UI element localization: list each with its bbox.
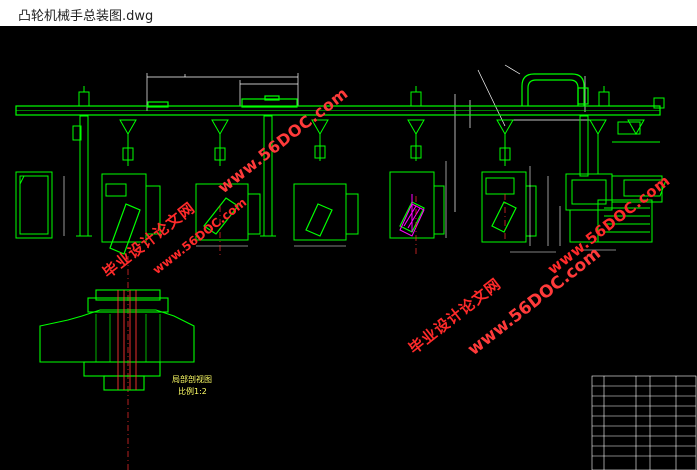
title-bar: 凸轮机械手总装图.dwg <box>0 0 697 26</box>
detail-scale: 比例1:2 <box>178 387 207 396</box>
gripper-heads <box>119 119 645 174</box>
detail-section-view <box>39 289 195 391</box>
beam-posts <box>78 86 665 109</box>
drawing-canvas[interactable]: 局部剖视图 比例1:2 www.56DOC.com 毕业设计论文网 www.56… <box>0 26 697 470</box>
detail-hatch <box>117 290 137 390</box>
cad-viewer-window: 凸轮机械手总装图.dwg 局部剖视图 比例1:2 www.56DOC.com 毕… <box>0 0 697 470</box>
return-loop <box>521 73 589 106</box>
left-cabinet <box>15 171 53 239</box>
top-dimension-lines <box>146 64 600 212</box>
title-block <box>591 375 697 470</box>
window-title: 凸轮机械手总装图.dwg <box>18 9 154 24</box>
detail-caption: 局部剖视图 <box>172 375 212 384</box>
